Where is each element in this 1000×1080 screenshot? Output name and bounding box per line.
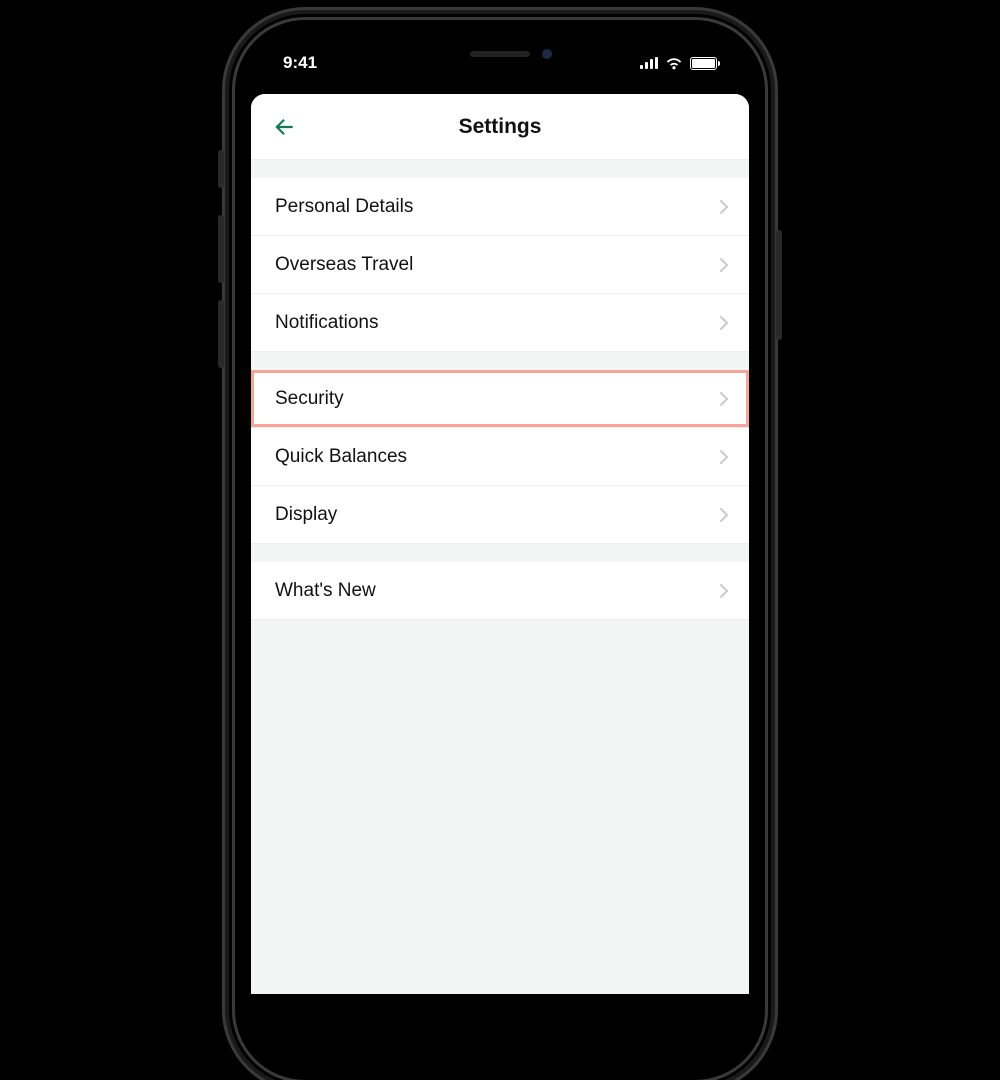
row-overseas-travel[interactable]: Overseas Travel bbox=[251, 236, 749, 294]
chevron-right-icon bbox=[719, 449, 729, 465]
front-camera bbox=[542, 49, 552, 59]
chevron-right-icon bbox=[719, 257, 729, 273]
section-spacer bbox=[251, 352, 749, 370]
power-button bbox=[776, 230, 782, 340]
back-button[interactable] bbox=[269, 112, 299, 142]
row-display[interactable]: Display bbox=[251, 486, 749, 544]
row-label: Overseas Travel bbox=[275, 254, 413, 276]
row-quick-balances[interactable]: Quick Balances bbox=[251, 428, 749, 486]
phone-frame: 9:41 bbox=[235, 20, 765, 1080]
settings-app: Settings Personal Details Overseas Trave… bbox=[251, 94, 749, 994]
settings-section-3: What's New bbox=[251, 562, 749, 620]
row-label: Display bbox=[275, 504, 337, 526]
section-spacer bbox=[251, 160, 749, 178]
chevron-right-icon bbox=[719, 199, 729, 215]
phone-screen: 9:41 bbox=[251, 36, 749, 1064]
volume-down-button bbox=[218, 300, 224, 368]
settings-section-1: Personal Details Overseas Travel Notific… bbox=[251, 178, 749, 352]
volume-up-button bbox=[218, 215, 224, 283]
chevron-right-icon bbox=[719, 391, 729, 407]
app-header: Settings bbox=[251, 94, 749, 160]
section-spacer bbox=[251, 544, 749, 562]
row-personal-details[interactable]: Personal Details bbox=[251, 178, 749, 236]
speaker-grille bbox=[470, 51, 530, 57]
row-security[interactable]: Security bbox=[251, 370, 749, 428]
status-indicators bbox=[640, 57, 717, 70]
row-label: What's New bbox=[275, 580, 376, 602]
row-label: Quick Balances bbox=[275, 446, 407, 468]
mute-switch bbox=[218, 150, 224, 188]
row-whats-new[interactable]: What's New bbox=[251, 562, 749, 620]
row-label: Personal Details bbox=[275, 196, 413, 218]
arrow-left-icon bbox=[271, 114, 297, 140]
status-time: 9:41 bbox=[283, 53, 317, 73]
cellular-icon bbox=[640, 57, 658, 69]
row-label: Security bbox=[275, 388, 344, 410]
notch bbox=[370, 36, 630, 72]
chevron-right-icon bbox=[719, 507, 729, 523]
chevron-right-icon bbox=[719, 583, 729, 599]
row-notifications[interactable]: Notifications bbox=[251, 294, 749, 352]
wifi-icon bbox=[665, 57, 683, 70]
page-title: Settings bbox=[251, 115, 749, 139]
battery-icon bbox=[690, 57, 717, 70]
settings-section-2: Security Quick Balances Display bbox=[251, 370, 749, 544]
row-label: Notifications bbox=[275, 312, 379, 334]
chevron-right-icon bbox=[719, 315, 729, 331]
